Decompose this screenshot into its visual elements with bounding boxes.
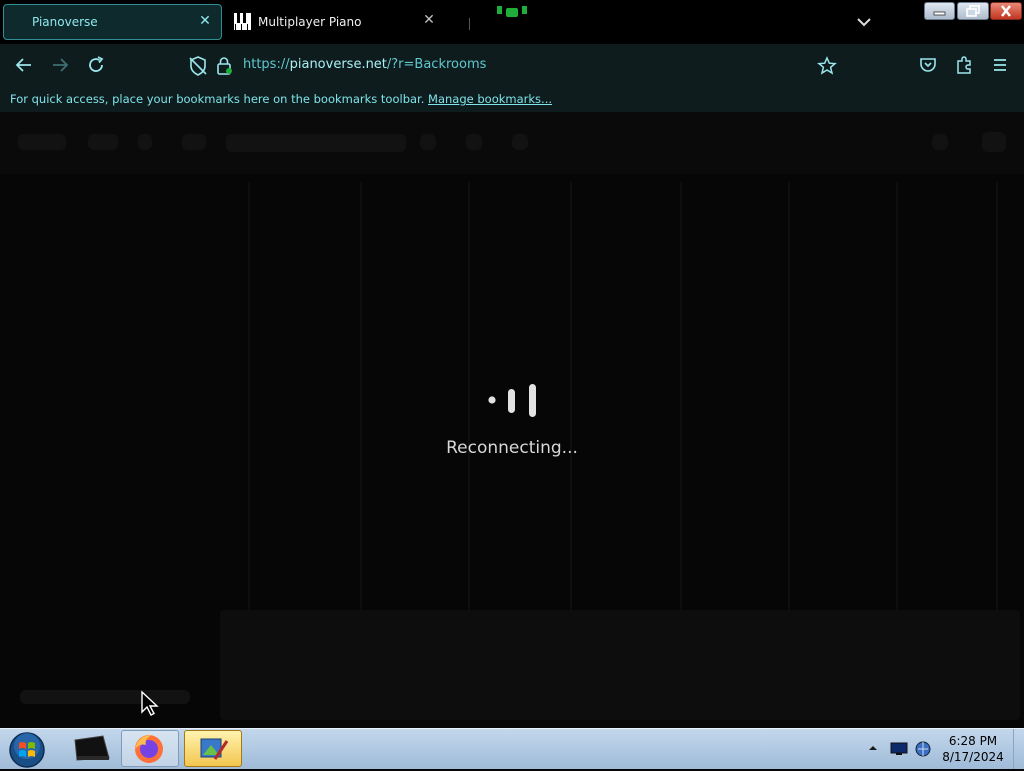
mouse-cursor-icon — [141, 690, 159, 716]
tab-strip: Pianoverse ✕ Multiplayer Piano ✕ — [0, 0, 1024, 44]
pocket-icon[interactable] — [916, 53, 940, 77]
network-icon[interactable] — [914, 740, 932, 758]
grand-piano-icon — [74, 735, 110, 761]
url-text[interactable]: https://pianoverse.net/?r=Backrooms — [243, 56, 486, 73]
window-decoration-icon — [497, 6, 527, 17]
dimmed-piano-keyboard — [220, 610, 1020, 720]
tab-multiplayer-piano[interactable]: Multiplayer Piano ✕ — [230, 4, 445, 40]
lock-icon[interactable] — [212, 54, 236, 78]
manage-bookmarks-link[interactable]: Manage bookmarks... — [428, 92, 552, 106]
system-clock[interactable]: 6:28 PM 8/17/2024 — [940, 733, 1006, 765]
bookmarks-hint-text: For quick access, place your bookmarks h… — [10, 92, 425, 106]
tab-title: Multiplayer Piano — [258, 15, 362, 29]
tray-expand-icon[interactable] — [868, 743, 878, 753]
window-close-button[interactable] — [990, 2, 1022, 20]
url-path: /?r=Backrooms — [386, 57, 487, 72]
taskbar-piano-app[interactable] — [63, 730, 121, 767]
dimmed-footer — [20, 690, 190, 704]
extensions-icon[interactable] — [952, 53, 976, 77]
dimmed-header — [0, 112, 1024, 174]
reload-icon[interactable] — [84, 53, 108, 77]
taskbar-firefox[interactable] — [121, 730, 179, 767]
taskbar: 6:28 PM 8/17/2024 — [0, 728, 1024, 769]
clock-date: 8/17/2024 — [942, 750, 1004, 764]
spinner-icon — [488, 384, 536, 417]
tab-pianoverse[interactable]: Pianoverse ✕ — [3, 4, 222, 40]
tab-list-chevron-icon[interactable] — [852, 10, 876, 34]
piano-favicon-icon — [234, 13, 251, 30]
bookmarks-hint: For quick access, place your bookmarks h… — [10, 86, 552, 112]
taskbar-paint-app[interactable] — [184, 730, 242, 767]
menu-icon[interactable] — [988, 53, 1012, 77]
reconnecting-status: Reconnecting... — [446, 438, 578, 458]
tab-close-icon[interactable]: ✕ — [197, 13, 213, 29]
tracking-shield-icon[interactable] — [186, 54, 210, 78]
navigation-toolbar — [0, 44, 1024, 124]
clock-time: 6:28 PM — [948, 734, 998, 748]
bookmark-star-icon[interactable] — [815, 54, 839, 78]
show-desktop-button[interactable] — [1013, 729, 1024, 769]
back-arrow-icon[interactable] — [12, 53, 36, 77]
tab-close-icon[interactable]: ✕ — [421, 12, 437, 28]
tab-separator — [469, 18, 470, 30]
windows-start-icon[interactable] — [6, 731, 48, 769]
firefox-icon — [135, 735, 163, 763]
window-restore-button[interactable] — [957, 2, 989, 20]
bookmarks-toolbar: For quick access, place your bookmarks h… — [0, 86, 1024, 112]
page-content — [0, 112, 1024, 728]
paint-app-icon — [200, 738, 229, 760]
forward-arrow-icon[interactable] — [48, 53, 72, 77]
url-prefix: https:// — [243, 57, 290, 72]
tab-title: Pianoverse — [32, 15, 98, 29]
action-center-icon[interactable] — [890, 741, 908, 757]
url-host: pianoverse.net — [289, 57, 387, 72]
window-minimize-button[interactable] — [924, 2, 955, 20]
